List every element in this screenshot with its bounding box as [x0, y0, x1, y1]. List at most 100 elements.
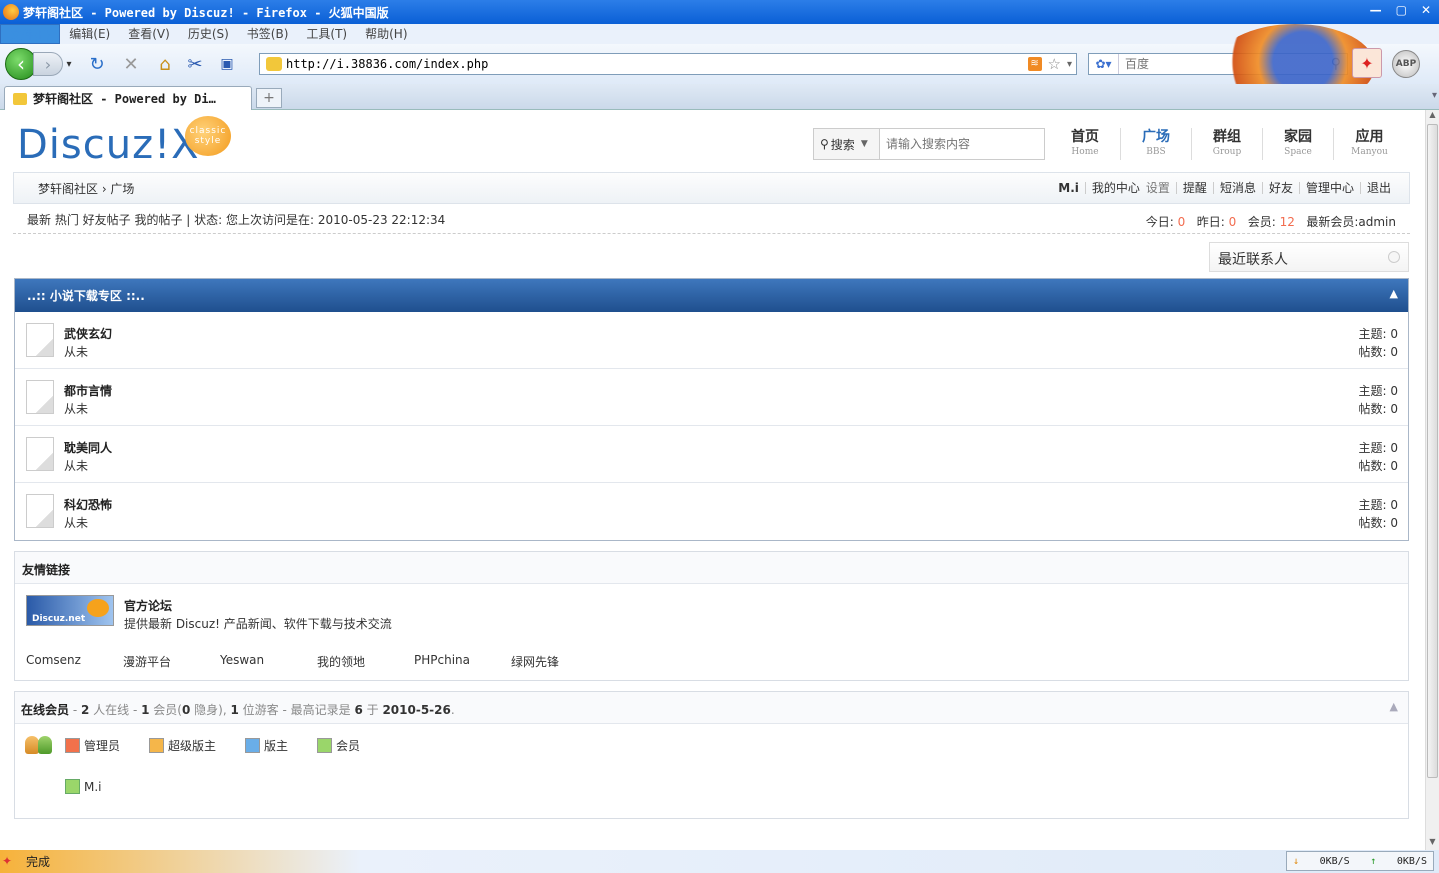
minimize-button[interactable]: —: [1370, 3, 1382, 17]
nav-space[interactable]: 家园 Space: [1263, 128, 1334, 160]
logo-text: Discuz!X: [17, 122, 200, 168]
menu-help[interactable]: 帮助(H): [356, 24, 416, 44]
menu-file[interactable]: 文件(F): [0, 24, 61, 44]
scissors-icon: ✂: [187, 53, 203, 75]
text-link[interactable]: 绿网先锋: [511, 653, 559, 670]
abp-label: ABP: [1395, 59, 1417, 69]
recent-contacts-button[interactable]: 最近联系人: [1209, 242, 1409, 272]
scroll-up-icon[interactable]: ▲: [1426, 110, 1439, 123]
sun-icon: [87, 599, 109, 617]
scroll-down-icon[interactable]: ▼: [1426, 837, 1439, 850]
settings-link[interactable]: 设置: [1146, 182, 1176, 194]
quick-links[interactable]: 最新 热门 好友帖子 我的帖子 | 状态: 您上次访问是在: 2010-05-2…: [27, 211, 445, 228]
messages-link[interactable]: 短消息: [1212, 182, 1262, 194]
new-tab-button[interactable]: +: [256, 88, 282, 108]
forum-icon: [26, 494, 54, 528]
forum-row: 耽美同人 从未 主题: 0 帖数: 0: [15, 426, 1408, 483]
stop-icon: ✕: [123, 53, 139, 75]
text-link[interactable]: Yeswan: [220, 653, 264, 667]
classic-style-badge: classic style: [185, 116, 231, 156]
nav-home[interactable]: 首页 Home: [1050, 128, 1121, 160]
adblock-plus-button[interactable]: ABP: [1392, 50, 1420, 78]
window-button[interactable]: ▣: [213, 50, 241, 78]
tab-discuz[interactable]: 梦轩阁社区 - Powered by Di…: [4, 86, 252, 110]
nav-bbs[interactable]: 广场 BBS: [1121, 128, 1192, 160]
collapse-icon[interactable]: ▲: [1390, 287, 1398, 300]
logout-link[interactable]: 退出: [1359, 182, 1397, 194]
text-link[interactable]: PHPchina: [414, 653, 470, 667]
reload-button[interactable]: ↻: [83, 50, 111, 78]
discuz-logo[interactable]: Discuz!X classic style: [17, 116, 231, 168]
menu-bookmarks[interactable]: 书签(B): [238, 24, 298, 44]
scroll-thumb[interactable]: [1427, 124, 1438, 778]
tab-favicon: [13, 92, 27, 105]
forum-name[interactable]: 都市言情: [64, 382, 112, 399]
rss-icon[interactable]: ≋: [1027, 57, 1042, 71]
forward-button[interactable]: ›: [33, 52, 63, 76]
online-title[interactable]: 在线会员: [21, 703, 69, 717]
site-search-input[interactable]: [880, 137, 1044, 151]
text-link[interactable]: 漫游平台: [123, 653, 171, 670]
forum-name[interactable]: 耽美同人: [64, 439, 112, 456]
home-icon: ⌂: [159, 53, 171, 75]
stop-button[interactable]: ✕: [117, 50, 145, 78]
main-nav: 首页 Home 广场 BBS 群组 Group 家园 Space 应用 Manyou: [1050, 128, 1405, 160]
tab-list-icon[interactable]: ▾: [1432, 90, 1437, 101]
bookmark-star-icon[interactable]: ☆: [1048, 55, 1061, 73]
last-visit: | 状态: 您上次访问是在: 2010-05-23 22:12:34: [186, 213, 446, 227]
fox-icon: ✦: [1360, 53, 1374, 73]
breadcrumb[interactable]: 梦轩阁社区 › 广场: [38, 180, 134, 197]
site-search: ⚲ 搜索 ▼: [813, 128, 1045, 160]
fox-addon-button[interactable]: ✦: [1352, 48, 1382, 78]
online-user[interactable]: M.i: [65, 779, 102, 794]
site-favicon: [266, 57, 282, 71]
featured-link-desc: 提供最新 Discuz! 产品新闻、软件下载与技术交流: [124, 617, 392, 631]
nav-manyou[interactable]: 应用 Manyou: [1334, 128, 1405, 160]
upload-speed: 0KB/S: [1396, 855, 1427, 867]
menu-edit[interactable]: 编辑(E): [60, 24, 119, 44]
url-input[interactable]: [286, 57, 1028, 71]
username-link[interactable]: M.i: [1052, 182, 1085, 194]
url-dropdown-icon[interactable]: ▾: [1067, 59, 1072, 70]
search-type-select[interactable]: ⚲ 搜索 ▼: [814, 129, 880, 159]
maximize-button[interactable]: ▢: [1396, 3, 1407, 17]
download-speed: 0KB/S: [1319, 855, 1350, 867]
home-button[interactable]: ⌂: [151, 50, 179, 78]
menu-history[interactable]: 历史(S): [179, 24, 238, 44]
close-window-button[interactable]: ✕: [1421, 3, 1431, 17]
text-link[interactable]: 我的领地: [317, 653, 365, 670]
menu-view[interactable]: 查看(V): [119, 24, 179, 44]
nav-group[interactable]: 群组 Group: [1192, 128, 1263, 160]
forum-row: 都市言情 从未 主题: 0 帖数: 0: [15, 369, 1408, 426]
my-center-link[interactable]: 我的中心: [1084, 182, 1146, 194]
page-scrollbar[interactable]: ▲ ▼: [1425, 110, 1439, 850]
upload-arrow-icon: ↑: [1370, 855, 1377, 867]
forum-last-post: 从未: [64, 516, 89, 530]
window-titlebar: 梦轩阁社区 - Powered by Discuz! - Firefox - 火…: [0, 0, 1439, 24]
search-engine-icon[interactable]: ✿▾: [1089, 54, 1119, 74]
category-title[interactable]: ..:: 小说下载专区 ::..: [27, 287, 145, 304]
window-title: 梦轩阁社区 - Powered by Discuz! - Firefox - 火…: [23, 5, 389, 20]
collapse-icon[interactable]: ▲: [1390, 700, 1398, 713]
member-icon: [317, 738, 332, 753]
yesterday-count: 0: [1228, 215, 1237, 229]
speed-monitor: ↓ 0KB/S ↑ 0KB/S: [1286, 851, 1434, 871]
forum-category: ..:: 小说下载专区 ::.. ▲ 武侠玄幻 从未 主题: 0 帖数: 0 都市…: [14, 278, 1409, 541]
forum-name[interactable]: 武侠玄幻: [64, 325, 112, 342]
friends-link[interactable]: 好友: [1261, 182, 1299, 194]
history-dropdown[interactable]: ▾: [63, 50, 75, 78]
today-count: 0: [1177, 215, 1186, 229]
address-bar[interactable]: ≋ ☆ ▾: [259, 53, 1077, 75]
status-text: 完成: [26, 855, 51, 869]
forum-stats: 今日: 0 昨日: 0 会员: 12 最新会员:admin: [1145, 215, 1396, 229]
menu-tools[interactable]: 工具(T): [297, 24, 356, 44]
admin-center-link[interactable]: 管理中心: [1298, 182, 1360, 194]
forum-name[interactable]: 科幻恐怖: [64, 496, 112, 513]
text-link[interactable]: Comsenz: [26, 653, 81, 667]
featured-link-title[interactable]: 官方论坛: [124, 597, 172, 614]
newest-member-link[interactable]: admin: [1358, 215, 1396, 229]
category-header: ..:: 小说下载专区 ::.. ▲: [15, 279, 1408, 312]
cut-button[interactable]: ✂: [181, 50, 209, 78]
discuz-banner[interactable]: Discuz.net: [26, 595, 114, 626]
remind-link[interactable]: 提醒: [1175, 182, 1213, 194]
